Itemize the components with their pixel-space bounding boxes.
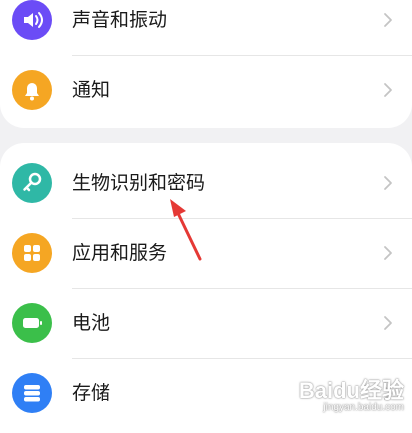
watermark-url: jingyan.baidu.com	[323, 402, 404, 413]
chevron-right-icon	[380, 82, 396, 98]
apps-icon	[12, 233, 52, 273]
volume-icon	[12, 0, 52, 40]
settings-item-label: 声音和振动	[72, 9, 168, 31]
bell-icon	[12, 70, 52, 110]
annotation-arrow-icon	[170, 199, 202, 261]
settings-item-label: 通知	[72, 79, 111, 101]
settings-item-label: 应用和服务	[72, 242, 168, 264]
settings-item-label: 生物识别和密码	[72, 172, 206, 194]
storage-icon	[12, 373, 52, 413]
settings-item-sound[interactable]: 声音和振动	[0, 0, 412, 55]
battery-icon	[12, 303, 52, 343]
watermark-logo-text: Baidu经验	[298, 378, 404, 403]
key-icon	[12, 163, 52, 203]
chevron-right-icon	[380, 245, 396, 261]
settings-item-notify[interactable]: 通知	[0, 55, 412, 125]
watermark: Baidu经验 jingyan.baidu.com	[299, 380, 404, 414]
settings-card-1: 声音和振动 通知	[0, 0, 412, 128]
settings-item-label: 存储	[72, 382, 111, 404]
chevron-right-icon	[380, 315, 396, 331]
chevron-right-icon	[380, 12, 396, 28]
settings-item-label: 电池	[72, 312, 111, 334]
settings-item-battery[interactable]: 电池	[0, 288, 412, 358]
watermark-logo: Baidu经验	[299, 380, 404, 402]
chevron-right-icon	[380, 175, 396, 191]
